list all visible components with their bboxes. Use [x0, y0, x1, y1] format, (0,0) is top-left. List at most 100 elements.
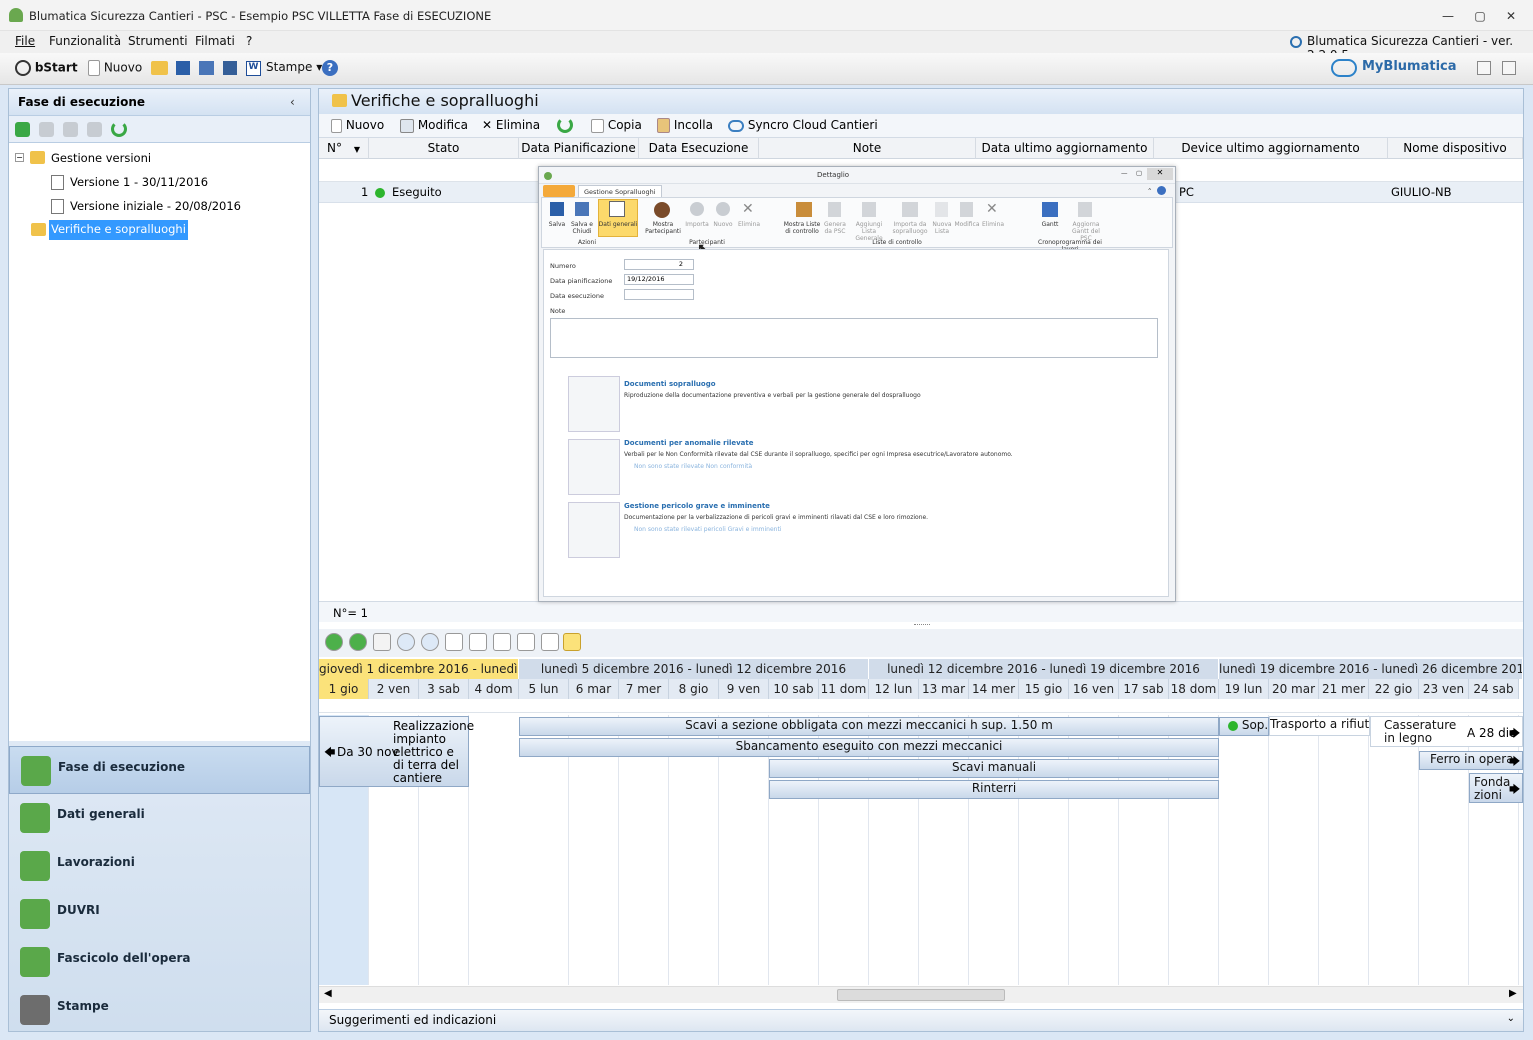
dialog-close-button[interactable]: ✕ [1147, 168, 1173, 180]
incolla-button[interactable]: Incolla [657, 118, 713, 133]
col-numero[interactable]: N° ▼ [319, 138, 369, 159]
col-nome-dispositivo[interactable]: Nome dispositivo [1388, 138, 1523, 159]
note-textarea[interactable] [550, 318, 1158, 358]
data-esecuzione-input[interactable] [624, 289, 694, 300]
col-device[interactable]: Device ultimo aggiornamento [1154, 138, 1388, 159]
task-sbancamento[interactable]: Sbancamento eseguito con mezzi meccanici [519, 738, 1219, 757]
copia-button[interactable]: Copia [591, 118, 642, 133]
timeline-icon[interactable] [541, 633, 559, 651]
menu-filmati[interactable]: Filmati [195, 34, 235, 48]
refresh-icon[interactable] [111, 121, 127, 137]
nav-duvri[interactable]: DUVRI [9, 890, 310, 938]
open-folder-icon[interactable] [151, 61, 168, 75]
ribbon-nuova-lista[interactable]: Nuova Lista [930, 221, 954, 235]
next-icon[interactable] [349, 633, 367, 651]
scroll-right-icon[interactable]: ▶ [1509, 988, 1517, 999]
ribbon-salva[interactable]: Salva [548, 221, 566, 228]
tree-versione-iniziale[interactable]: Versione iniziale - 20/08/2016 [70, 199, 241, 213]
ribbon-importa-sopralluogo[interactable]: Importa da sopralluogo [890, 221, 930, 235]
prev-icon[interactable] [325, 633, 343, 651]
add-version-icon[interactable] [15, 122, 30, 137]
menu-funzionalita[interactable]: Funzionalità [49, 34, 121, 48]
nuovo-record-button[interactable]: Nuovo [331, 118, 384, 133]
clock-view-icon[interactable] [563, 633, 581, 651]
menu-file[interactable]: File [15, 34, 35, 48]
nav-fascicolo[interactable]: Fascicolo dell'opera [9, 938, 310, 986]
dialog-maximize-button[interactable]: ▢ [1136, 169, 1142, 177]
doc-pericolo-icon[interactable] [568, 502, 620, 558]
ribbon-gantt[interactable]: Gantt [1036, 221, 1064, 228]
word-icon[interactable]: W [246, 61, 261, 76]
col-data-pianificazione[interactable]: Data Pianificazione [519, 138, 639, 159]
ribbon-elimina-partecipante[interactable]: Elimina [736, 221, 762, 228]
elimina-button[interactable]: ✕ Elimina [482, 118, 540, 132]
day-view-icon[interactable] [445, 633, 463, 651]
minimize-button[interactable]: — [1439, 8, 1457, 24]
ribbon-mostra-partecipanti[interactable]: Mostra Partecipanti [644, 221, 682, 235]
move-icon[interactable] [63, 122, 78, 137]
nav-stampe[interactable]: Stampe [9, 986, 310, 1034]
refresh-grid-icon[interactable] [557, 117, 573, 133]
dialog-minimize-button[interactable]: — [1121, 169, 1128, 177]
doc-anomalie-icon[interactable] [568, 439, 620, 495]
ribbon-elimina-lista[interactable]: Elimina [980, 221, 1006, 228]
task-trasporto[interactable]: Trasporto a rifiuto [1269, 716, 1370, 736]
dialog-help-icon[interactable] [1157, 186, 1166, 195]
month-view-icon[interactable] [517, 633, 535, 651]
delete-version-icon[interactable] [39, 122, 54, 137]
help-icon[interactable]: ? [322, 60, 338, 76]
zoom-out-icon[interactable] [421, 633, 439, 651]
save-icon[interactable] [176, 61, 190, 75]
tree-versione-1[interactable]: Versione 1 - 30/11/2016 [70, 175, 208, 189]
doc-anomalie-title[interactable]: Documenti per anomalie rilevate [624, 439, 754, 447]
suggerimenti-bar[interactable]: Suggerimenti ed indicazioni ⌄ [319, 1009, 1523, 1031]
zoom-in-icon[interactable] [397, 633, 415, 651]
maximize-button[interactable]: ▢ [1471, 8, 1489, 24]
ribbon-dati-generali[interactable]: Dati generali [598, 221, 638, 228]
data-pianificazione-input[interactable]: 19/12/2016 [624, 274, 694, 285]
ribbon-nuovo-partecipante[interactable]: Nuovo [710, 221, 736, 228]
col-data-esecuzione[interactable]: Data Esecuzione [639, 138, 759, 159]
close-button[interactable]: ✕ [1502, 8, 1520, 24]
collapse-panel-icon[interactable]: ‹ [290, 95, 295, 109]
copy-version-icon[interactable] [87, 122, 102, 137]
save-as-icon[interactable] [223, 61, 237, 75]
task-ferro[interactable]: Ferro in opera [1419, 751, 1523, 770]
myblumatica-brand[interactable]: MyBlumatica [1362, 59, 1457, 74]
ribbon-collapse-icon[interactable]: ⌃ [1147, 187, 1152, 195]
task-rinterri[interactable]: Rinterri [769, 780, 1219, 799]
modifica-button[interactable]: Modifica [400, 118, 468, 133]
ribbon-salva-chiudi[interactable]: Salva e Chiudi [570, 221, 594, 235]
menu-strumenti[interactable]: Strumenti [128, 34, 188, 48]
dialog-file-tab[interactable] [543, 185, 575, 197]
ribbon-importa[interactable]: Importa [684, 221, 710, 228]
ribbon-mostra-liste[interactable]: Mostra Liste di controllo [782, 221, 822, 235]
tree-gestione-versioni[interactable]: Gestione versioni [51, 151, 151, 165]
bstart-button[interactable]: bStart [15, 60, 78, 76]
ribbon-modifica-lista[interactable]: Modifica [954, 221, 980, 228]
nuovo-button[interactable]: Nuovo [88, 60, 142, 76]
doc-sopralluogo-icon[interactable] [568, 376, 620, 432]
scroll-left-icon[interactable]: ◀ [324, 988, 332, 999]
nav-dati-generali[interactable]: Dati generali [9, 794, 310, 842]
save-all-icon[interactable] [199, 61, 214, 75]
col-data-ultimo-aggiornamento[interactable]: Data ultimo aggiornamento [976, 138, 1154, 159]
col-stato[interactable]: Stato [369, 138, 519, 159]
scroll-thumb[interactable] [837, 989, 1005, 1001]
doc-sopralluogo-title[interactable]: Documenti sopralluogo [624, 380, 716, 388]
doc-pericolo-title[interactable]: Gestione pericolo grave e imminente [624, 502, 770, 510]
numero-input[interactable]: 2 [624, 259, 694, 270]
ribbon-genera-psc[interactable]: Genera da PSC [822, 221, 848, 235]
task-sopralluogo[interactable]: Sop. [1219, 717, 1269, 736]
stampe-dropdown[interactable]: Stampe ▾ [266, 60, 322, 74]
task-scavi-sezione[interactable]: Scavi a sezione obbligata con mezzi mecc… [519, 717, 1219, 736]
week-view-icon[interactable] [493, 633, 511, 651]
nav-lavorazioni[interactable]: Lavorazioni [9, 842, 310, 890]
task-scavi-manuali[interactable]: Scavi manuali [769, 759, 1219, 778]
notes-icon[interactable] [1502, 61, 1516, 75]
gantt-scrollbar[interactable]: ◀ ▶ [319, 986, 1523, 1003]
tree-verifiche-sopralluoghi[interactable]: Verifiche e sopralluoghi [49, 220, 188, 240]
calendar-icon[interactable] [373, 633, 391, 651]
splitter-handle[interactable] [914, 624, 930, 627]
user-add-icon[interactable] [1477, 61, 1491, 75]
